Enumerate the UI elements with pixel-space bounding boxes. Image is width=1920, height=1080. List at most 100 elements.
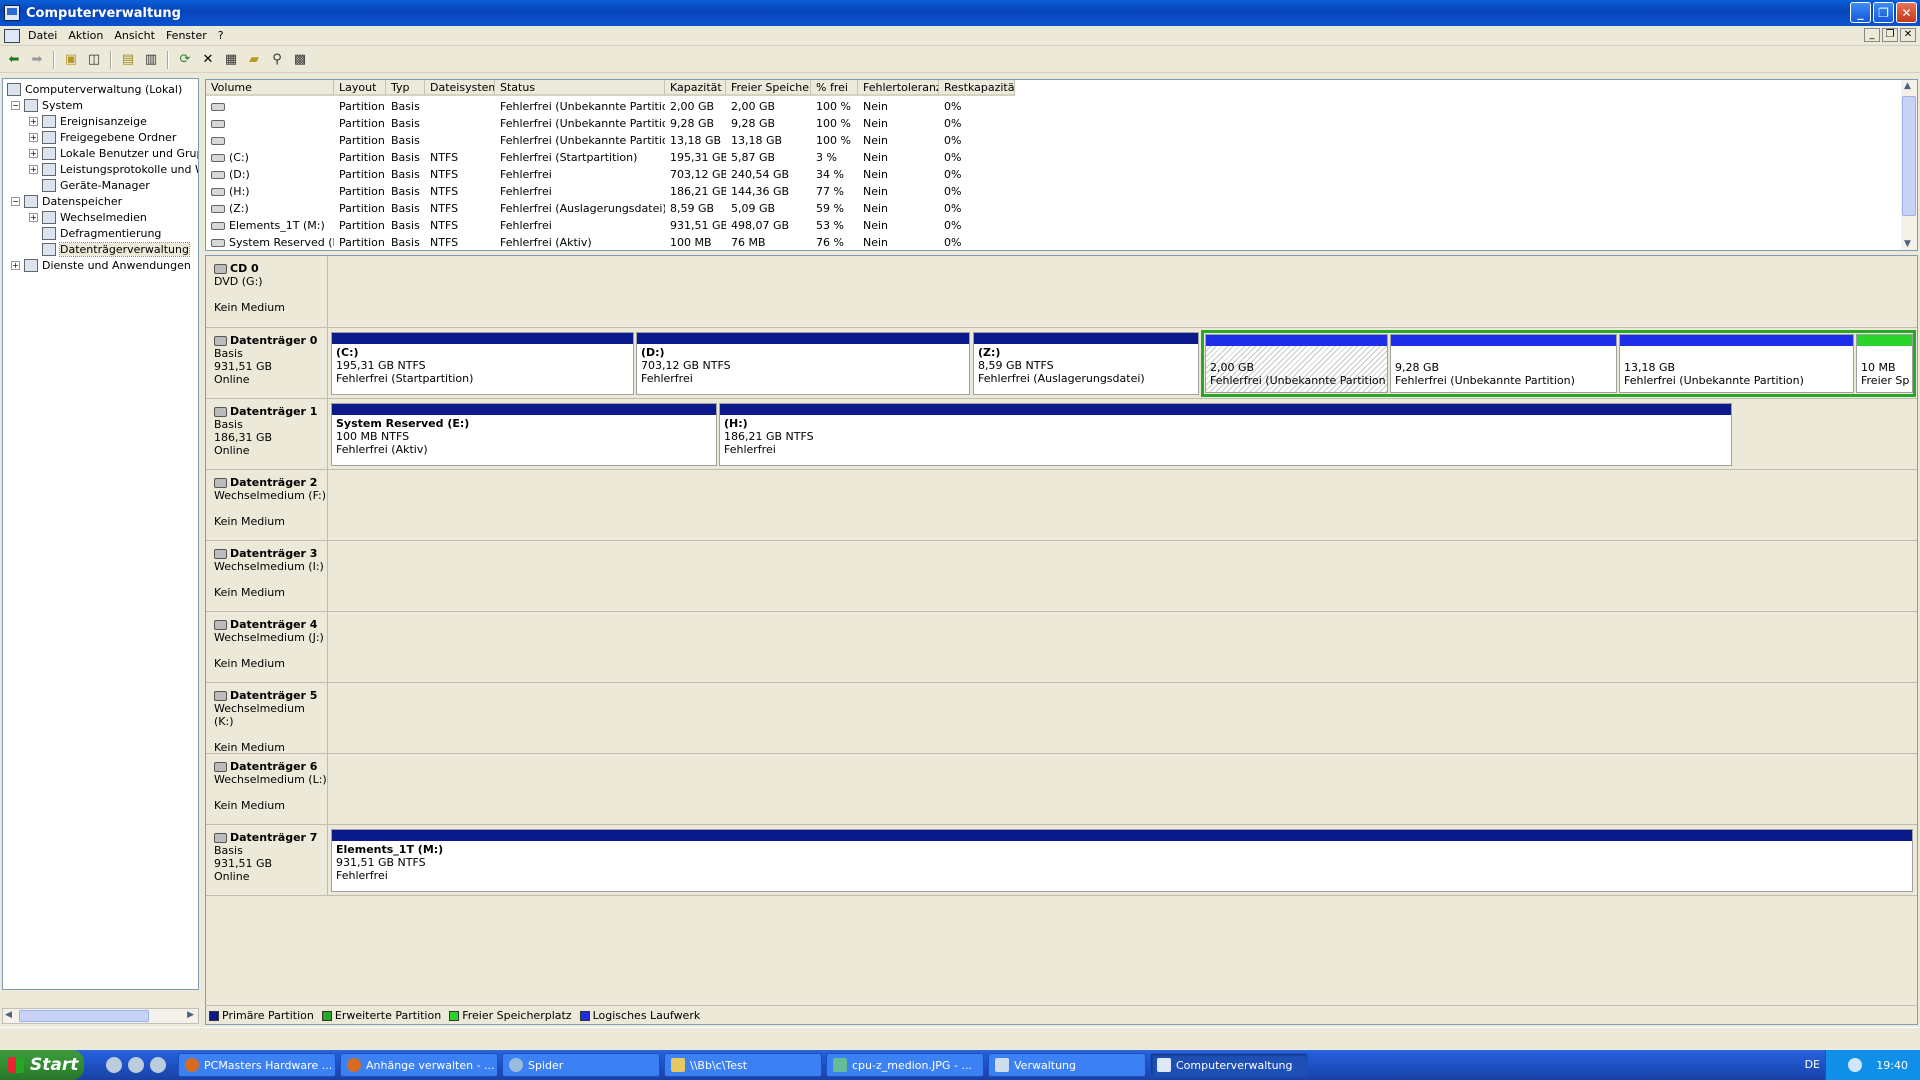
pane-splitter[interactable] — [200, 78, 204, 1026]
scroll-thumb[interactable] — [1902, 96, 1916, 216]
column-header[interactable]: Volume — [206, 80, 334, 96]
firefox-icon[interactable] — [150, 1057, 166, 1073]
expand-icon[interactable]: + — [29, 212, 38, 222]
menu-aktion[interactable]: Aktion — [68, 29, 112, 42]
search-icon[interactable]: ⚲ — [267, 50, 287, 70]
column-header[interactable]: Status — [495, 80, 665, 96]
collapse-icon[interactable]: − — [11, 196, 20, 206]
disk-label-5[interactable]: Datenträger 5 Wechselmedium (K:) Kein Me… — [206, 683, 328, 754]
partition-unknown-3[interactable]: 13,18 GB Fehlerfrei (Unbekannte Partition… — [1619, 334, 1854, 393]
tree-item-services-apps[interactable]: + Dienste und Anwendungen — [11, 257, 191, 273]
tray-icon[interactable] — [1848, 1058, 1863, 1072]
partition-m[interactable]: Elements_1T (M:) 931,51 GB NTFS Fehlerfrei — [331, 829, 1913, 892]
expand-icon[interactable]: + — [29, 148, 38, 158]
back-icon[interactable]: ⬅ — [4, 50, 24, 70]
scroll-up-icon[interactable]: ▲ — [1904, 81, 1911, 91]
volume-name-cell[interactable] — [206, 132, 334, 149]
free-space[interactable]: 10 MB Freier Sp — [1856, 334, 1913, 393]
partition-system-reserved[interactable]: System Reserved (E:) 100 MB NTFS Fehlerfre… — [331, 403, 717, 466]
partition-unknown-2[interactable]: 9,28 GB Fehlerfrei (Unbekannte Partition) — [1390, 334, 1617, 393]
task-verwaltung[interactable]: Verwaltung — [988, 1053, 1146, 1077]
tree-item-defragmentation[interactable]: Defragmentierung — [42, 225, 161, 241]
tree-horizontal-scrollbar[interactable]: ◀ ▶ — [2, 1008, 199, 1024]
column-header[interactable]: Layout — [334, 80, 386, 96]
volume-name-cell[interactable]: System Reserved (E:) — [206, 234, 334, 250]
delete-icon[interactable]: ✕ — [198, 50, 218, 70]
close-button[interactable]: ✕ — [1896, 2, 1917, 23]
document-icon[interactable] — [4, 28, 20, 43]
scroll-left-icon[interactable]: ◀ — [5, 1010, 12, 1020]
column-header[interactable]: Freier Speicher — [726, 80, 811, 96]
menu-help[interactable]: ? — [218, 29, 233, 42]
expand-icon[interactable]: + — [11, 260, 20, 270]
tree-item-local-users[interactable]: + Lokale Benutzer und Gruppe — [29, 145, 198, 161]
internet-explorer-icon[interactable] — [128, 1057, 144, 1073]
minimize-button[interactable]: _ — [1850, 2, 1871, 23]
expand-icon[interactable]: + — [29, 164, 38, 174]
volume-name-cell[interactable]: (H:) — [206, 183, 334, 200]
column-header[interactable]: Typ — [386, 80, 425, 96]
partition-d[interactable]: (D:) 703,12 GB NTFS Fehlerfrei — [636, 332, 970, 395]
task-computerverwaltung[interactable]: Computerverwaltung — [1150, 1053, 1308, 1077]
partition-unknown-1[interactable]: 2,00 GB Fehlerfrei (Unbekannte Partition) — [1205, 334, 1388, 393]
language-indicator[interactable]: DE — [1805, 1050, 1820, 1080]
disk-label-3[interactable]: Datenträger 3 Wechselmedium (I:) Kein Me… — [206, 541, 328, 611]
disk-label-6[interactable]: Datenträger 6 Wechselmedium (L:) Kein Me… — [206, 754, 328, 824]
volume-list-scrollbar[interactable]: ▲ ▼ — [1901, 80, 1917, 250]
disk-label-cd0[interactable]: CD 0 DVD (G:) Kein Medium — [206, 256, 328, 327]
scroll-thumb[interactable] — [19, 1010, 149, 1022]
task-cpuz[interactable]: cpu-z_medion.JPG - ... — [826, 1053, 984, 1077]
menu-fenster[interactable]: Fenster — [166, 29, 216, 42]
console-tree-icon[interactable]: ◫ — [84, 50, 104, 70]
disk-label-0[interactable]: Datenträger 0 Basis 931,51 GB Online — [206, 328, 328, 398]
collapse-icon[interactable]: − — [11, 100, 20, 110]
expand-icon[interactable]: + — [29, 132, 38, 142]
refresh-icon[interactable]: ⟳ — [175, 50, 195, 70]
disk-label-7[interactable]: Datenträger 7 Basis 931,51 GB Online — [206, 825, 328, 895]
partition-z[interactable]: (Z:) 8,59 GB NTFS Fehlerfrei (Auslagerungs… — [973, 332, 1199, 395]
tree-item-removable-storage[interactable]: + Wechselmedien — [29, 209, 147, 225]
restore-button[interactable]: ❐ — [1873, 2, 1894, 23]
volume-name-cell[interactable] — [206, 115, 334, 132]
volume-name-cell[interactable]: (C:) — [206, 149, 334, 166]
task-pcmasters[interactable]: PCMasters Hardware ... — [178, 1053, 336, 1077]
tree-item-system[interactable]: − System — [11, 97, 83, 113]
column-header[interactable]: Dateisystem — [425, 80, 495, 96]
show-desktop-icon[interactable] — [106, 1057, 122, 1073]
tree-item-disk-management[interactable]: Datenträgerverwaltung — [42, 241, 190, 257]
help-icon[interactable]: ▥ — [141, 50, 161, 70]
volume-name-cell[interactable]: (Z:) — [206, 200, 334, 217]
task-anhaenge[interactable]: Anhänge verwalten - ... — [340, 1053, 498, 1077]
expand-icon[interactable]: + — [29, 116, 38, 126]
scroll-down-icon[interactable]: ▼ — [1904, 239, 1911, 249]
disk-label-4[interactable]: Datenträger 4 Wechselmedium (J:) Kein Me… — [206, 612, 328, 682]
properties-icon[interactable]: ▤ — [118, 50, 138, 70]
tree-item-storage[interactable]: − Datenspeicher — [11, 193, 122, 209]
column-header[interactable]: Fehlertoleranz — [858, 80, 939, 96]
mdi-close-button[interactable]: ✕ — [1900, 28, 1916, 42]
partition-h[interactable]: (H:) 186,21 GB NTFS Fehlerfrei — [719, 403, 1732, 466]
column-header[interactable]: Restkapazität — [939, 80, 1015, 96]
tree-item-root[interactable]: Computerverwaltung (Lokal) — [7, 81, 182, 97]
task-folder-test[interactable]: \\Bb\c\Test — [664, 1053, 822, 1077]
volume-name-cell[interactable]: (D:) — [206, 166, 334, 183]
volume-name-cell[interactable] — [206, 98, 334, 115]
column-header[interactable]: % frei — [811, 80, 858, 96]
menu-ansicht[interactable]: Ansicht — [114, 29, 164, 42]
volume-name-cell[interactable]: Elements_1T (M:) — [206, 217, 334, 234]
partition-c[interactable]: (C:) 195,31 GB NTFS Fehlerfrei (Startparti… — [331, 332, 634, 395]
forward-icon[interactable]: ➡ — [27, 50, 47, 70]
tree-item-shared-folders[interactable]: + Freigegebene Ordner — [29, 129, 176, 145]
scroll-right-icon[interactable]: ▶ — [187, 1010, 194, 1020]
disk-label-2[interactable]: Datenträger 2 Wechselmedium (F:) Kein Me… — [206, 470, 328, 540]
column-header[interactable]: Kapazität — [665, 80, 726, 96]
tree-item-device-manager[interactable]: Geräte-Manager — [42, 177, 150, 193]
up-folder-icon[interactable]: ▣ — [61, 50, 81, 70]
tree-item-event-viewer[interactable]: + Ereignisanzeige — [29, 113, 147, 129]
mdi-minimize-button[interactable]: _ — [1864, 28, 1880, 42]
menu-datei[interactable]: Datei — [28, 29, 66, 42]
disk-label-1[interactable]: Datenträger 1 Basis 186,31 GB Online — [206, 399, 328, 469]
action-icon[interactable]: ▦ — [221, 50, 241, 70]
start-button[interactable]: Start — [0, 1050, 84, 1080]
settings-icon[interactable]: ▩ — [290, 50, 310, 70]
